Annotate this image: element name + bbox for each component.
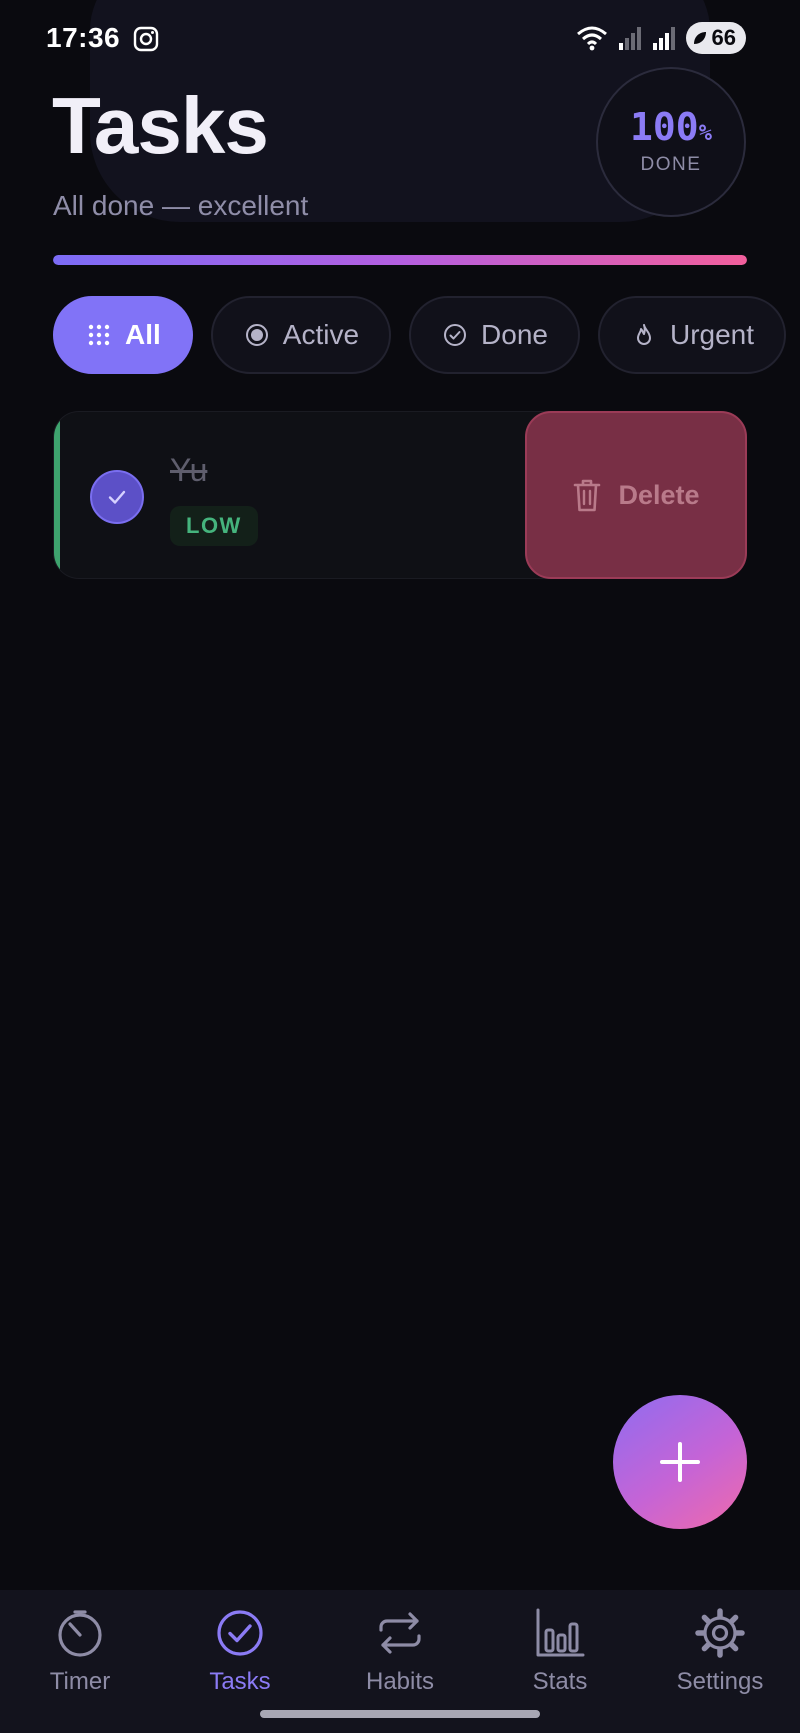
filter-all[interactable]: All <box>53 296 193 374</box>
signal-icon <box>618 27 641 50</box>
status-icons: 66 <box>576 22 746 54</box>
instagram-icon <box>133 26 159 52</box>
grid-icon <box>88 324 110 346</box>
flame-icon <box>636 324 651 345</box>
progress-bar <box>53 255 747 265</box>
status-time: 17:36 <box>46 22 121 53</box>
filter-done[interactable]: Done <box>409 296 580 374</box>
nav-habits-label: Habits <box>365 1668 435 1695</box>
repeat-icon <box>379 1612 421 1654</box>
nav-stats[interactable]: Stats <box>480 1608 640 1696</box>
priority-badge: LOW <box>170 506 258 546</box>
progress-fill <box>53 255 747 265</box>
check-circle-icon <box>217 1610 263 1656</box>
checkmark-icon <box>108 490 126 504</box>
home-indicator[interactable] <box>260 1710 540 1718</box>
nav-stats-label: Stats <box>532 1668 588 1695</box>
delete-label: Delete <box>618 479 700 510</box>
completion-unit: % <box>698 121 712 146</box>
battery-level: 66 <box>711 25 736 50</box>
timer-icon <box>58 1610 102 1657</box>
priority-accent-bar <box>54 412 60 578</box>
nav-timer-label: Timer <box>49 1668 111 1695</box>
nav-habits[interactable]: Habits <box>320 1608 480 1696</box>
filter-all-label: All <box>125 319 161 350</box>
add-task-button[interactable] <box>613 1395 747 1529</box>
filter-active-label: Active <box>282 319 360 350</box>
completion-value: 100% <box>630 108 712 146</box>
nav-tasks-label: Tasks <box>209 1668 271 1695</box>
completion-ring: 100% DONE <box>596 67 746 217</box>
filter-urgent-label: Urgent <box>669 319 755 350</box>
signal-icon-2 <box>652 27 675 50</box>
bar-chart-icon <box>536 1608 585 1657</box>
filter-chips: All Active Done Urgent <box>53 296 787 374</box>
battery-indicator: 66 <box>685 22 746 54</box>
delete-button[interactable]: Delete <box>525 411 747 579</box>
leaf-icon <box>693 32 706 44</box>
filter-done-label: Done <box>481 319 548 350</box>
check-circle-icon <box>444 324 467 346</box>
plus-icon <box>660 1442 700 1482</box>
filter-urgent[interactable]: Urgent <box>597 296 787 374</box>
page-subtitle: All done — excellent <box>53 190 309 221</box>
task-title: Yu <box>170 452 208 488</box>
nav-settings-label: Settings <box>676 1668 764 1695</box>
radio-dot-icon <box>245 324 268 346</box>
wifi-icon <box>576 26 607 51</box>
nav-tasks[interactable]: Tasks <box>160 1608 320 1696</box>
tasks-screen: 17:36 66 Tasks All done — excellent 100%… <box>0 0 800 1733</box>
filter-active[interactable]: Active <box>210 296 392 374</box>
page-title: Tasks <box>52 81 269 170</box>
nav-settings[interactable]: Settings <box>640 1608 800 1696</box>
task-checkbox[interactable] <box>90 470 144 524</box>
completion-number: 100 <box>630 105 699 149</box>
trash-icon <box>574 479 601 512</box>
nav-timer[interactable]: Timer <box>0 1608 160 1696</box>
completion-label: DONE <box>640 154 702 175</box>
gear-icon <box>695 1608 745 1658</box>
bottom-nav: Timer Tasks Habits Stats Settings <box>0 1590 800 1733</box>
task-item[interactable]: Yu LOW Delete <box>53 411 747 579</box>
